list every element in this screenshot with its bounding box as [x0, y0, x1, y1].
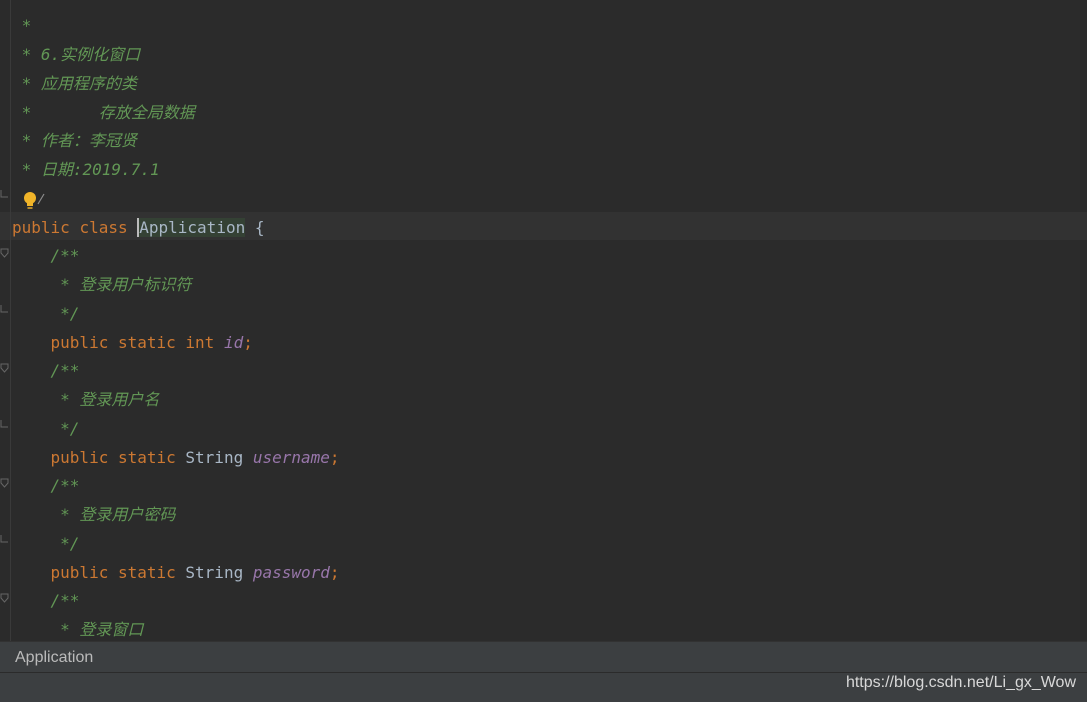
semicolon: ;	[329, 563, 340, 582]
fold-start-icon[interactable]	[0, 363, 9, 375]
code-line: * 存放全局数据	[12, 103, 195, 122]
code-line: */	[12, 419, 80, 438]
code-line: /**	[12, 246, 80, 265]
code-line-field-password: public static String password;	[12, 558, 340, 587]
semicolon: ;	[243, 333, 253, 352]
type-name: String	[185, 563, 244, 582]
fold-end-icon[interactable]	[0, 305, 9, 317]
field-name: username	[252, 448, 330, 467]
lightbulb-icon[interactable]	[20, 190, 46, 212]
code-line: * 登录用户标识符	[12, 275, 192, 294]
keyword: public	[12, 218, 70, 237]
code-line-class-declaration: public class Application {	[12, 213, 264, 242]
watermark-text: https://blog.csdn.net/Li_gx_Wow	[845, 674, 1076, 691]
keyword: public	[50, 563, 109, 582]
code-line: * 应用程序的类	[12, 74, 137, 93]
semicolon: ;	[329, 448, 340, 467]
status-bar: https://blog.csdn.net/Li_gx_Wow	[0, 672, 1087, 702]
code-line: * 日期:2019.7.1	[12, 160, 160, 179]
code-line: */	[12, 304, 80, 323]
code-line: *	[12, 16, 32, 35]
keyword: static	[117, 563, 176, 582]
keyword: static	[117, 333, 176, 352]
code-line: /**	[12, 591, 80, 610]
fold-start-icon[interactable]	[0, 593, 9, 605]
code-line-field-id: public static int id;	[12, 328, 253, 357]
type-name: String	[185, 448, 244, 467]
fold-end-icon[interactable]	[0, 420, 9, 432]
code-line: * 6.实例化窗口	[12, 45, 141, 64]
class-name[interactable]: Application	[137, 218, 246, 237]
code-line: * 登录用户名	[12, 390, 160, 409]
field-name: id	[223, 333, 244, 352]
keyword: public	[50, 448, 109, 467]
code-line: /**	[12, 361, 80, 380]
fold-start-icon[interactable]	[0, 478, 9, 490]
breadcrumb: Application	[0, 641, 1087, 673]
fold-end-icon[interactable]	[0, 535, 9, 547]
code-line: /**	[12, 476, 80, 495]
field-name: password	[252, 563, 330, 582]
fold-start-icon[interactable]	[0, 248, 9, 260]
code-line: * 登录窗口	[12, 620, 144, 639]
code-line-field-username: public static String username;	[12, 443, 340, 472]
keyword: int	[185, 333, 215, 352]
fold-end-icon[interactable]	[0, 190, 9, 202]
keyword: public	[50, 333, 109, 352]
code-line: */	[12, 534, 80, 553]
code-line: * 作者：李冠贤	[12, 131, 137, 150]
code-line: * 登录用户密码	[12, 505, 176, 524]
keyword: class	[79, 218, 128, 237]
keyword: static	[117, 448, 176, 467]
code-editor[interactable]: * * 6.实例化窗口 * 应用程序的类 * 存放全局数据 * 作者：李冠贤 *…	[0, 0, 1087, 641]
gutter[interactable]	[0, 0, 11, 641]
brace: {	[245, 218, 265, 237]
breadcrumb-item[interactable]: Application	[15, 642, 93, 673]
